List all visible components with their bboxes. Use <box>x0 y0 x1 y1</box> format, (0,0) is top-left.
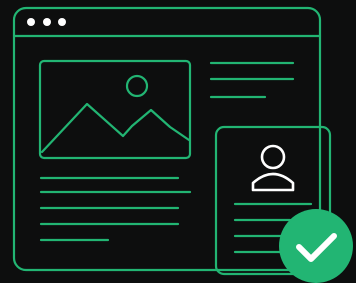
image-placeholder <box>38 59 192 160</box>
window-dot-icon <box>27 18 35 26</box>
user-head-icon <box>260 144 286 170</box>
browser-window <box>12 6 322 272</box>
window-dot-icon <box>43 18 51 26</box>
text-lines-bottom <box>39 176 192 242</box>
browser-window-frame <box>12 6 322 272</box>
window-controls <box>27 18 66 26</box>
website-verification-illustration <box>12 6 353 283</box>
image-frame <box>38 59 192 160</box>
user-body-icon <box>251 172 295 192</box>
badge-circle <box>279 209 353 283</box>
mountain-icon <box>40 102 191 154</box>
window-dot-icon <box>58 18 66 26</box>
sun-icon <box>125 74 149 98</box>
verified-badge <box>279 209 353 283</box>
text-lines-right <box>209 61 295 99</box>
